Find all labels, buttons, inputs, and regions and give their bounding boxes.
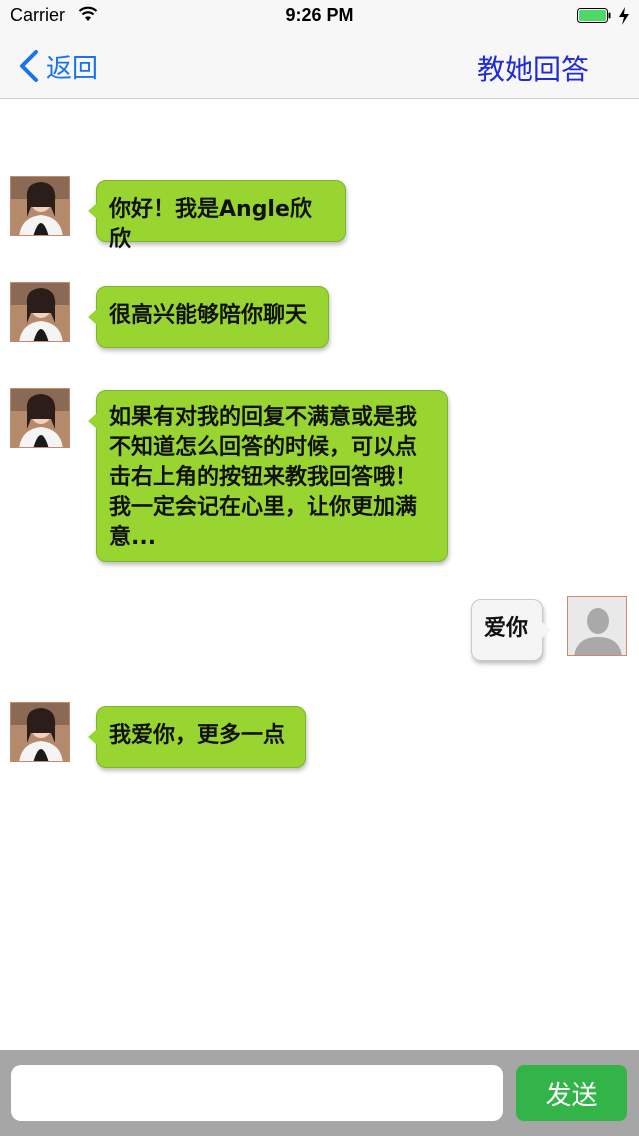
input-bar: 发送 [0, 1050, 639, 1136]
bot-message-bubble: 我爱你，更多一点 [88, 706, 306, 768]
chevron-left-icon [20, 50, 38, 82]
bot-message-bubble: 很高兴能够陪你聊天 [88, 286, 329, 348]
message-row [10, 702, 70, 762]
bot-message-bubble: 如果有对我的回复不满意或是我 不知道怎么回答的时候，可以点 击右上角的按钮来教我… [88, 390, 448, 562]
user-avatar [567, 596, 627, 656]
battery-icon [577, 8, 611, 23]
send-button[interactable]: 发送 [516, 1065, 627, 1121]
bot-avatar [10, 388, 70, 448]
back-label: 返回 [46, 53, 99, 84]
message-input[interactable] [11, 1065, 503, 1121]
person-photo-icon [11, 389, 69, 447]
message-row [567, 596, 627, 656]
person-photo-icon [11, 177, 69, 235]
bot-avatar [10, 702, 70, 762]
person-photo-icon [11, 283, 69, 341]
bot-message-bubble: 你好！我是Angle欣欣 [88, 180, 346, 252]
person-photo-icon [11, 703, 69, 761]
user-message-bubble: 爱你 [471, 599, 551, 661]
status-bar: Carrier 9:26 PM [0, 0, 639, 34]
message-row [10, 388, 70, 448]
default-user-icon [568, 597, 626, 655]
message-row [10, 282, 70, 342]
message-row [10, 176, 70, 236]
status-time: 9:26 PM [285, 5, 354, 25]
charging-icon [619, 7, 629, 25]
back-button[interactable]: 返回 [16, 46, 98, 86]
navigation-bar: 返回 教她回答 [0, 34, 639, 99]
bot-avatar [10, 176, 70, 236]
bot-avatar [10, 282, 70, 342]
teach-her-answer-button[interactable]: 教她回答 [477, 48, 589, 88]
